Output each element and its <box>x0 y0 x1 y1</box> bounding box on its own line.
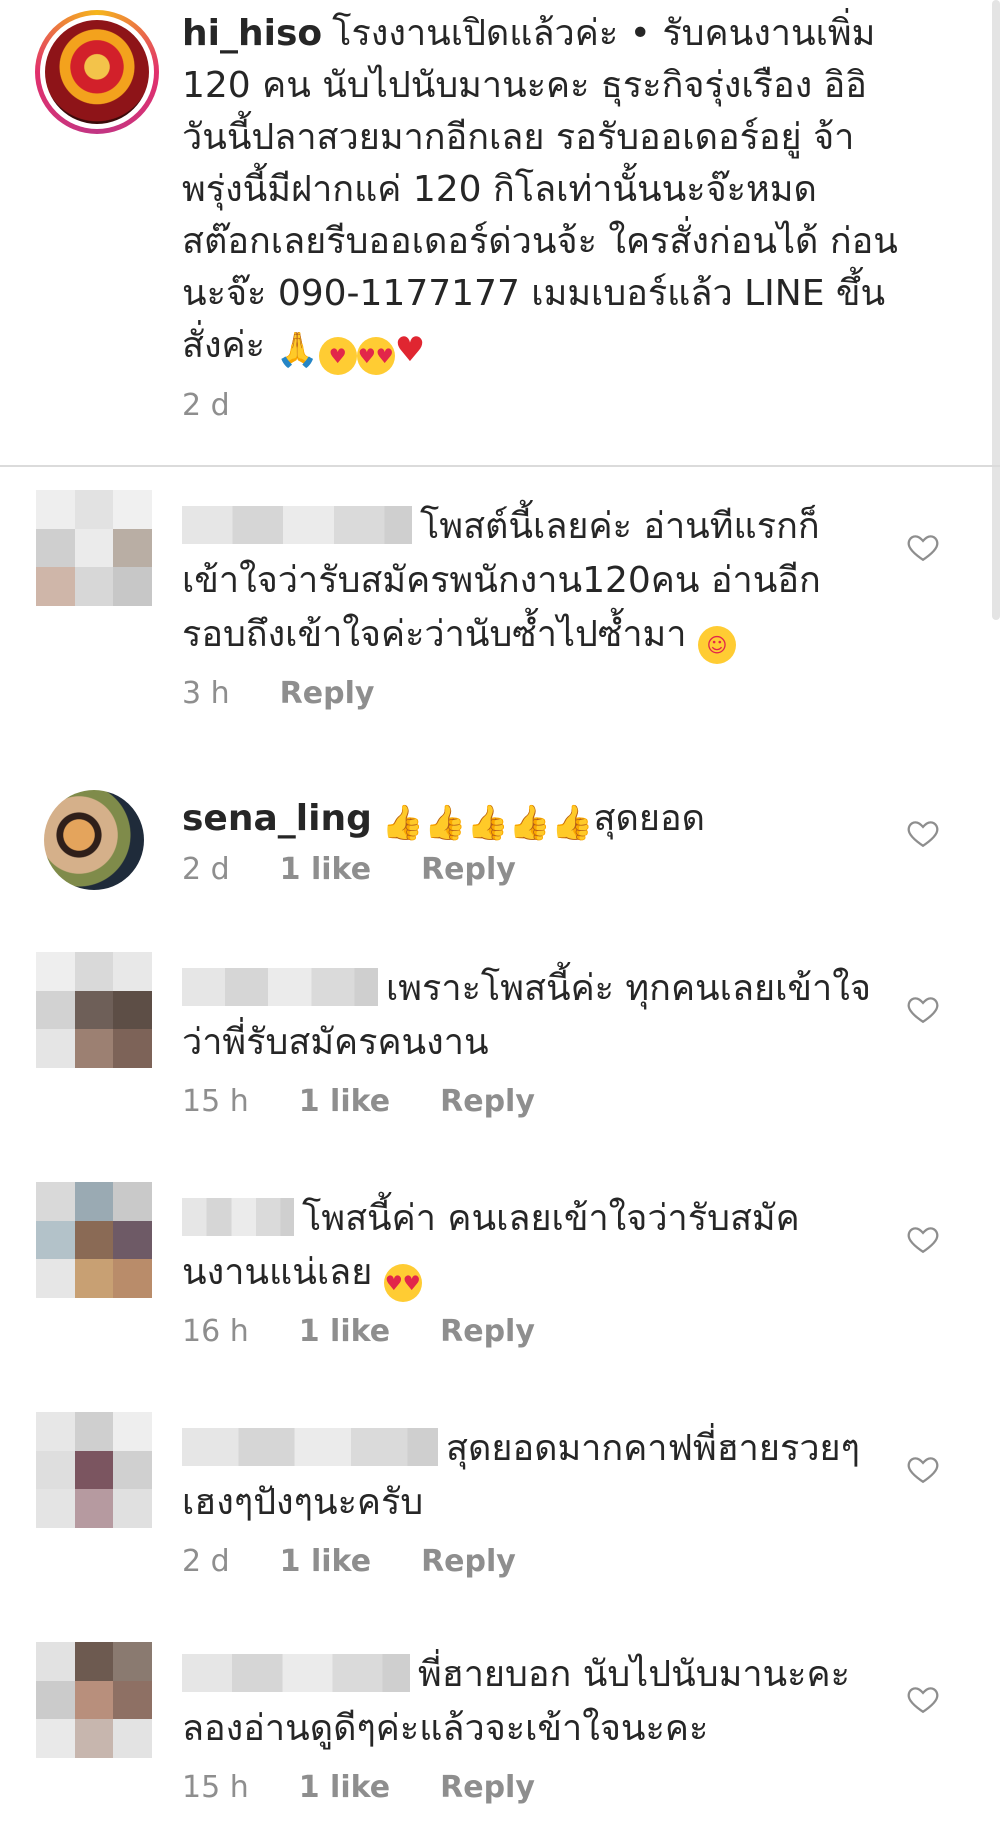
folded-hands-icon: 🙏 <box>276 330 319 370</box>
heart-eyes-icon: ♥♥ <box>383 1264 422 1302</box>
like-count[interactable]: 1 like <box>299 1314 390 1349</box>
avatar[interactable] <box>36 1412 152 1528</box>
heart-outline-icon[interactable] <box>906 1452 940 1486</box>
comment-time: 2 d <box>182 852 230 887</box>
comment-text: สุดยอดมากคาฟพี่ฮายรวยๆเฮงๆปังๆนะครับ <box>182 1428 860 1523</box>
like-count[interactable]: 1 like <box>299 1770 390 1805</box>
comment-time: 2 d <box>182 1544 230 1579</box>
reply-button[interactable]: Reply <box>440 1084 535 1119</box>
heart-outline-icon[interactable] <box>906 992 940 1026</box>
avatar[interactable] <box>44 790 144 890</box>
comment-time: 15 h <box>182 1770 249 1805</box>
comment-username[interactable]: sena_ling <box>182 798 372 839</box>
redacted-username <box>182 1428 438 1466</box>
author-avatar[interactable] <box>35 10 159 134</box>
comment-text: โพสต์นี้เลยค่ะ อ่านทีแรกก็เข้าใจว่ารับสม… <box>182 500 872 664</box>
comment-text: เพราะโพสนี้ค่ะ ทุกคนเลยเข้าใจว่าพี่รับสม… <box>182 968 871 1063</box>
red-heart-icon: ♥ <box>394 330 426 370</box>
reply-button[interactable]: Reply <box>280 676 375 711</box>
redacted-username <box>182 1654 410 1692</box>
thumbs-up-icon: 👍👍👍👍👍 <box>381 803 594 843</box>
redacted-username <box>182 1198 294 1236</box>
comment-time: 16 h <box>182 1314 249 1349</box>
comment-text: sena_ling 👍👍👍👍👍สุดยอด <box>182 798 705 843</box>
reply-button[interactable]: Reply <box>421 852 516 887</box>
heart-eyes-icon: ♥♥ <box>356 337 395 375</box>
heart-outline-icon[interactable] <box>906 816 940 850</box>
heart-outline-icon[interactable] <box>906 530 940 564</box>
redacted-username <box>182 506 412 544</box>
comment-time: 15 h <box>182 1084 249 1119</box>
post-caption: hi_hiso โรงงานเปิดแล้วค่ะ • รับคนงานเพิ่ม… <box>0 0 1000 467</box>
avatar[interactable] <box>36 490 152 606</box>
kissing-face-icon: ♥ <box>318 337 357 375</box>
comment-meta: 16 h 1 like Reply <box>182 1314 585 1349</box>
comment-meta: 15 h 1 like Reply <box>182 1770 585 1805</box>
grinning-sweat-icon: ☺ <box>697 626 736 664</box>
heart-outline-icon[interactable] <box>906 1222 940 1256</box>
avatar[interactable] <box>36 952 152 1068</box>
heart-outline-icon[interactable] <box>906 1682 940 1716</box>
caption-timestamp: 2 d <box>182 388 230 423</box>
comment-meta: 2 d 1 like Reply <box>182 852 566 887</box>
reply-button[interactable]: Reply <box>421 1544 516 1579</box>
like-count[interactable]: 1 like <box>280 852 371 887</box>
comment-time: 3 h <box>182 676 230 711</box>
comment-meta: 15 h 1 like Reply <box>182 1084 585 1119</box>
caption-text: โรงงานเปิดแล้วค่ะ • รับคนงานเพิ่ม 120 คน… <box>182 13 898 366</box>
comment-text: พี่ฮายบอก นับไปนับมานะคะ ลองอ่านดูดีๆค่ะ… <box>182 1654 850 1749</box>
avatar[interactable] <box>36 1182 152 1298</box>
like-count[interactable]: 1 like <box>299 1084 390 1119</box>
comment-text: โพสนี้ค่า คนเลยเข้าใจว่ารับสมัคนงานแน่เล… <box>182 1192 872 1302</box>
comment-meta: 3 h Reply <box>182 676 424 711</box>
caption-username[interactable]: hi_hiso <box>182 13 322 54</box>
like-count[interactable]: 1 like <box>280 1544 371 1579</box>
reply-button[interactable]: Reply <box>440 1770 535 1805</box>
redacted-username <box>182 968 378 1006</box>
caption-text-block: hi_hiso โรงงานเปิดแล้วค่ะ • รับคนงานเพิ่ม… <box>182 8 902 375</box>
reply-button[interactable]: Reply <box>440 1314 535 1349</box>
avatar[interactable] <box>36 1642 152 1758</box>
comment-meta: 2 d 1 like Reply <box>182 1544 566 1579</box>
